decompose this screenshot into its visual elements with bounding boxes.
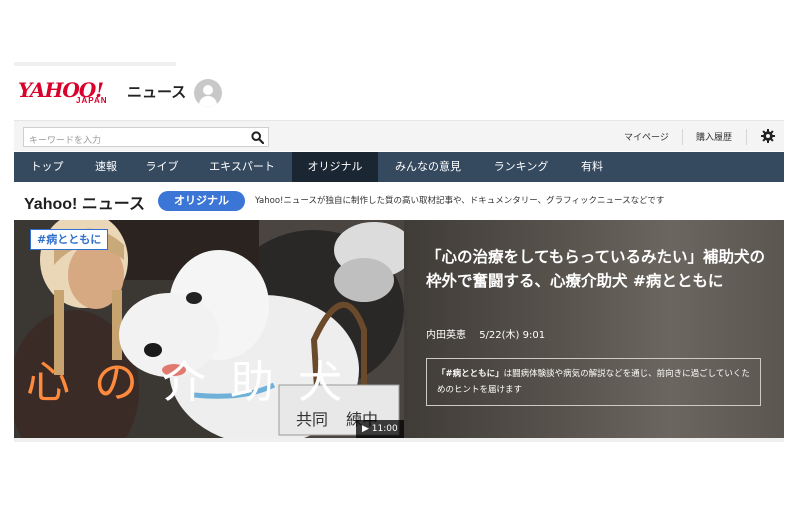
search-input[interactable] [24, 132, 247, 150]
overlay-char: 犬 [298, 357, 366, 408]
nav-item-expert[interactable]: エキスパート [192, 152, 292, 182]
video-duration: ▶ 11:00 [356, 420, 404, 438]
logo-japan-text: JAPAN [76, 96, 108, 105]
section-title: Yahoo! ニュース [24, 196, 145, 213]
svg-text:共同: 共同 [296, 410, 328, 429]
nav-item-opinions[interactable]: みんなの意見 [378, 152, 478, 182]
search-icon [251, 131, 264, 144]
logo-service-name: ニュース [127, 84, 187, 101]
gear-icon[interactable] [761, 129, 775, 143]
nav-item-breaking[interactable]: 速報 [80, 152, 132, 182]
series-info-box: 「#病とともに」は闘病体験談や病気の解説などを通じ、前向きに過ごしていくためのヒ… [426, 358, 761, 406]
overlay-char: 心 [26, 357, 94, 408]
nav-item-ranking[interactable]: ランキング [478, 152, 564, 182]
hero-tag[interactable]: #病とともに [30, 229, 109, 250]
nav-item-top[interactable]: トップ [14, 152, 80, 182]
article-headline[interactable]: 「心の治療をしてもらっているみたい」補助犬の枠外で奮闘する、心療介助犬 #病とと… [426, 245, 776, 293]
top-divider [14, 62, 176, 66]
overlay-char: の [94, 357, 162, 408]
original-badge: オリジナル [158, 191, 245, 211]
nav-item-paid[interactable]: 有料 [564, 152, 620, 182]
article-date: 5/22(木) 9:01 [479, 330, 546, 341]
main-nav: トップ 速報 ライブ エキスパート オリジナル みんなの意見 ランキング 有料 [14, 152, 784, 182]
bottom-divider [14, 438, 784, 442]
header-divider [682, 129, 683, 145]
thumbnail-overlay-title: 心の介助犬 [26, 346, 414, 410]
header-divider [746, 129, 747, 145]
search-button[interactable] [247, 127, 269, 147]
header-bar: マイページ 購入履歴 [14, 120, 784, 151]
user-avatar-icon[interactable] [194, 79, 222, 107]
overlay-char: 介 [162, 357, 230, 408]
overlay-char: 助 [230, 357, 298, 408]
article-author: 内田英恵 [426, 330, 466, 341]
search-field[interactable] [23, 127, 248, 150]
avatar-head [203, 85, 213, 95]
article-thumbnail[interactable]: 共同 練中 #病とともに 心の介助犬 ▶ 11:00 [14, 220, 414, 438]
nav-item-original[interactable]: オリジナル [292, 152, 378, 182]
section-description: Yahoo!ニュースが独自に制作した質の高い取材記事や、ドキュメンタリー、グラフ… [255, 196, 665, 206]
nav-item-live[interactable]: ライブ [132, 152, 192, 182]
avatar-body [199, 96, 217, 107]
mypage-link[interactable]: マイページ [624, 130, 669, 143]
series-info-tag[interactable]: 「#病とともに」 [437, 369, 504, 379]
purchase-history-link[interactable]: 購入履歴 [696, 130, 732, 143]
featured-article[interactable]: 共同 練中 #病とともに 心の介助犬 ▶ 11:00 「心の治療をしてもらってい… [14, 220, 784, 438]
original-section-header: Yahoo! ニュース オリジナル Yahoo!ニュースが独自に制作した質の高い… [14, 182, 784, 220]
article-meta: 内田英恵 5/22(木) 9:01 [426, 326, 555, 341]
